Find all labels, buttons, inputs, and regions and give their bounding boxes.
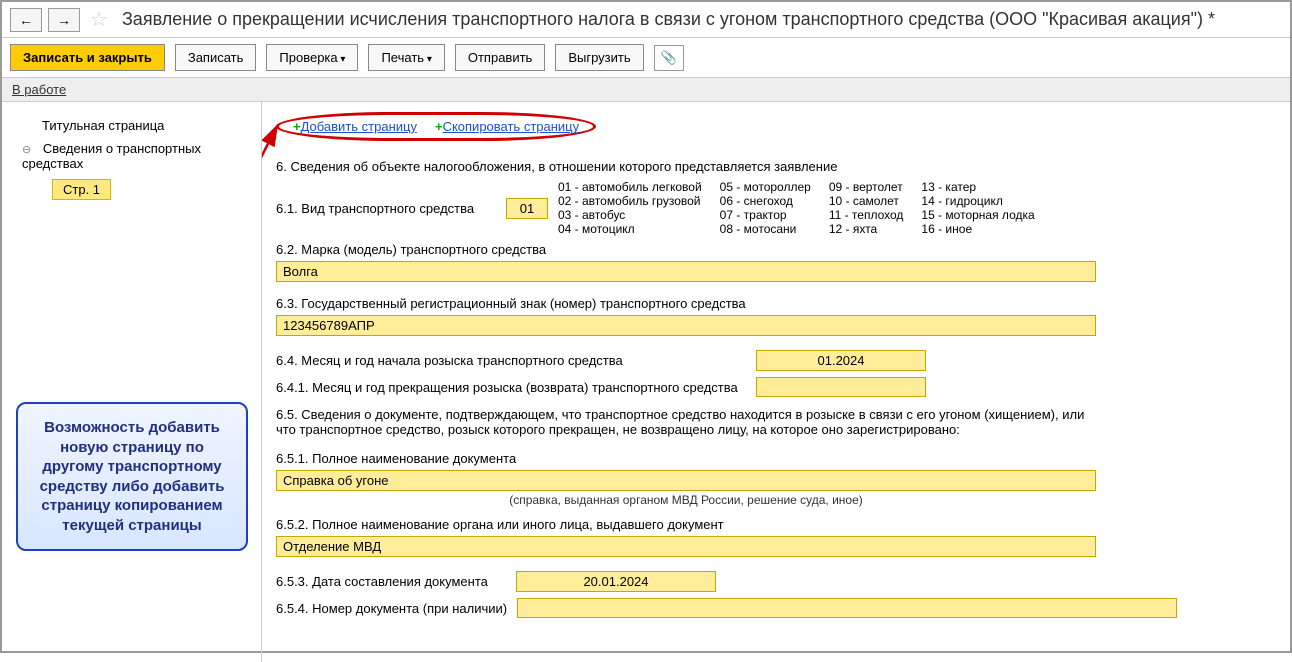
code-11: 11 - теплоход <box>829 208 904 222</box>
field-651-hint: (справка, выданная органом МВД России, р… <box>276 493 1096 507</box>
field-64-label: 6.4. Месяц и год начала розыска транспор… <box>276 353 746 368</box>
field-652-label: 6.5.2. Полное наименование органа или ин… <box>276 517 1276 532</box>
instruction-callout: Возможность добавить новую страницу по д… <box>16 402 248 551</box>
code-02: 02 - автомобиль грузовой <box>558 194 702 208</box>
field-65-label: 6.5. Сведения о документе, подтверждающе… <box>276 407 1096 437</box>
field-61-input[interactable]: 01 <box>506 198 548 219</box>
code-15: 15 - моторная лодка <box>921 208 1034 222</box>
code-06: 06 - снегоход <box>720 194 811 208</box>
copy-page-link[interactable]: Скопировать страницу <box>435 119 579 134</box>
code-08: 08 - мотосани <box>720 222 811 236</box>
field-62-input[interactable]: Волга <box>276 261 1096 282</box>
code-01: 01 - автомобиль легковой <box>558 180 702 194</box>
code-14: 14 - гидроцикл <box>921 194 1034 208</box>
page-item-1[interactable]: Стр. 1 <box>52 179 111 200</box>
field-651-label: 6.5.1. Полное наименование документа <box>276 451 1276 466</box>
page-actions-group: Добавить страницу Скопировать страницу <box>276 112 596 141</box>
field-641-label: 6.4.1. Месяц и год прекращения розыска (… <box>276 380 746 395</box>
vehicle-codes-legend: 01 - автомобиль легковой 05 - мотороллер… <box>558 180 1053 236</box>
field-61-label: 6.1. Вид транспортного средства <box>276 201 496 216</box>
field-64-input[interactable]: 01.2024 <box>756 350 926 371</box>
field-641-input[interactable] <box>756 377 926 397</box>
field-653-input[interactable]: 20.01.2024 <box>516 571 716 592</box>
code-13: 13 - катер <box>921 180 1034 194</box>
nav-back-button[interactable]: ← <box>10 8 42 32</box>
status-link[interactable]: В работе <box>12 82 66 97</box>
field-651-input[interactable]: Справка об угоне <box>276 470 1096 491</box>
window-title: Заявление о прекращении исчисления транс… <box>122 9 1215 30</box>
callout-text: Возможность добавить новую страницу по д… <box>40 419 225 534</box>
code-04: 04 - мотоцикл <box>558 222 702 236</box>
tree-item-vehicles[interactable]: Сведения о транспортных средствах <box>12 137 251 175</box>
code-10: 10 - самолет <box>829 194 904 208</box>
code-03: 03 - автобус <box>558 208 702 222</box>
field-62-label: 6.2. Марка (модель) транспортного средст… <box>276 242 1276 257</box>
paperclip-icon: 📎 <box>661 50 677 66</box>
section-6-title: 6. Сведения об объекте налогообложения, … <box>276 159 1276 174</box>
code-16: 16 - иное <box>921 222 1034 236</box>
save-button[interactable]: Записать <box>175 44 257 71</box>
print-dropdown[interactable]: Печать <box>368 44 444 71</box>
nav-forward-button[interactable]: → <box>48 8 80 32</box>
code-05: 05 - мотороллер <box>720 180 811 194</box>
code-12: 12 - яхта <box>829 222 904 236</box>
add-page-link[interactable]: Добавить страницу <box>293 119 417 134</box>
code-09: 09 - вертолет <box>829 180 904 194</box>
tree-item-title-page[interactable]: Титульная страница <box>12 114 251 137</box>
check-dropdown[interactable]: Проверка <box>266 44 358 71</box>
export-button[interactable]: Выгрузить <box>555 44 643 71</box>
field-654-input[interactable] <box>517 598 1177 618</box>
field-653-label: 6.5.3. Дата составления документа <box>276 574 506 589</box>
field-652-input[interactable]: Отделение МВД <box>276 536 1096 557</box>
attachment-button[interactable]: 📎 <box>654 45 684 71</box>
favorite-star-icon[interactable]: ☆ <box>90 7 108 32</box>
send-button[interactable]: Отправить <box>455 44 545 71</box>
field-63-label: 6.3. Государственный регистрационный зна… <box>276 296 1276 311</box>
field-63-input[interactable]: 123456789АПР <box>276 315 1096 336</box>
code-07: 07 - трактор <box>720 208 811 222</box>
tree-item-label: Сведения о транспортных средствах <box>22 141 201 171</box>
save-and-close-button[interactable]: Записать и закрыть <box>10 44 165 71</box>
field-654-label: 6.5.4. Номер документа (при наличии) <box>276 601 507 616</box>
